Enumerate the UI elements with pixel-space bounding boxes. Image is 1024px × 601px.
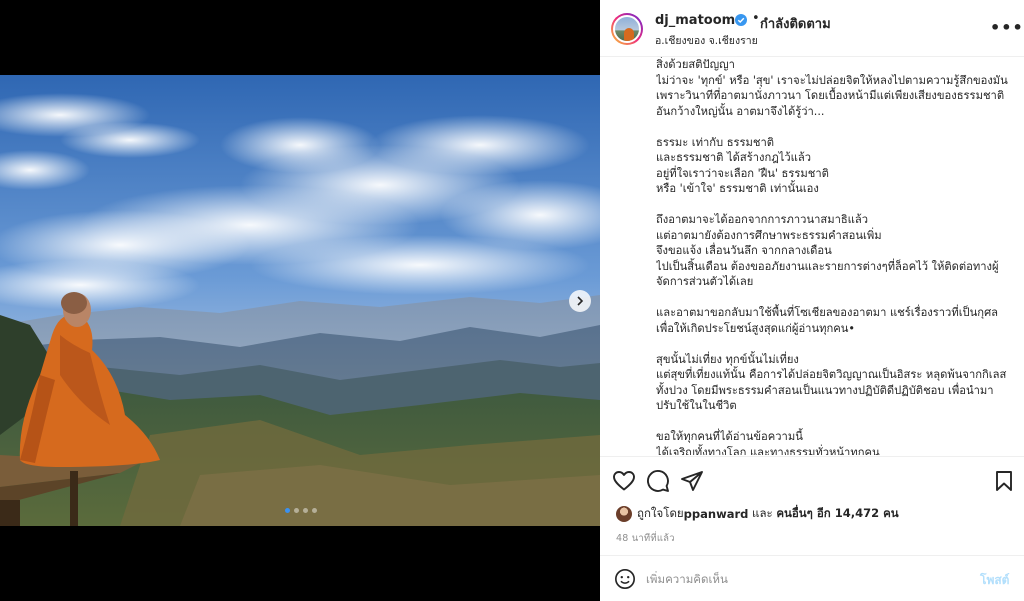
caption-line: แต่อาตมายังต้องการศึกษาพระธรรมคำสอนเพิ่ม [656, 228, 882, 242]
caption-line: เพื่อให้เกิดประโยชน์สูงสุดแก่ผู้อ่านทุกค… [656, 321, 855, 335]
caption-line: และธรรมชาติ ได้สร้างกฎไว้แล้ว [656, 151, 812, 164]
post-photo[interactable] [0, 75, 600, 526]
likes-prefix: ถูกใจโดย [637, 506, 684, 520]
caption-line: อยู่ที่ใจเราว่าจะเลือก 'ฝืน' ธรรมชาติ [656, 166, 829, 180]
caption-line: ถึงอาตมาจะได้ออกจากการภาวนาสมาธิแล้ว [656, 213, 869, 226]
carousel-dot [312, 508, 317, 513]
comment-bar: โพสต์ [600, 555, 1024, 601]
caption-line: แต่สุขที่เที่ยงแท้นั้น คือการได้ปล่อยจิต… [656, 368, 1007, 381]
carousel-dot [294, 508, 299, 513]
carousel-dot [303, 508, 308, 513]
caption-line: ปรับใช้ในในชีวิต [656, 399, 737, 412]
caption-line: ได้เจริญทั้งทางโลก และทางธรรมทั่วหน้าทุก… [656, 445, 880, 456]
verified-badge-icon [735, 14, 747, 26]
location-link[interactable]: อ.เชียงของ จ.เชียงราย [655, 32, 758, 49]
separator-bullet: • [752, 11, 760, 26]
caption-line: ขอให้ทุกคนที่ได้อ่านข้อความนี้ [656, 430, 803, 443]
likes-summary: ถูกใจโดย ppanward และ คนอื่นๆ อีก 14,472… [616, 504, 899, 524]
likes-others-link[interactable]: คนอื่นๆ อีก 14,472 คน [776, 505, 898, 523]
post-header: dj_matoom • กำลังติดตาม อ.เชียงของ จ.เชี… [600, 0, 1024, 57]
chevron-right-icon [577, 296, 584, 306]
caption-line: สุขนั้นไม่เที่ยง ทุกข์นั้นไม่เที่ยง [656, 352, 799, 366]
bookmark-icon[interactable] [992, 469, 1016, 493]
avatar-image [613, 15, 641, 43]
comment-input[interactable] [646, 569, 966, 589]
caption-line: ไปเป็นสิ้นเดือน ต้องขออภัยงานและรายการต่… [656, 259, 999, 273]
emoji-icon[interactable] [614, 568, 636, 590]
caption-line: จัดการส่วนตัวได้เลย [656, 275, 754, 288]
caption-line: จึงขอแจ้ง เลื่อนวันลึก จากกลางเดือน [656, 244, 832, 257]
post-comment-button[interactable]: โพสต์ [980, 571, 1009, 590]
post-media [0, 0, 600, 601]
caption-line: สิ่งด้วยสติปัญญา [656, 58, 735, 71]
post-caption: สิ่งด้วยสติปัญญาไม่ว่าจะ 'ทุกข์' หรือ 'ส… [656, 57, 1016, 455]
liker-username-link[interactable]: ppanward [684, 507, 749, 521]
share-icon[interactable] [680, 469, 704, 493]
following-button[interactable]: กำลังติดตาม [760, 13, 831, 34]
caption-line: ทั้งปวง โดยมีพระธรรมคำสอนเป็นแนวทางปฏิบั… [656, 383, 994, 397]
avatar[interactable] [611, 13, 643, 45]
liker-avatar[interactable] [616, 506, 632, 522]
more-options-button[interactable]: ••• [990, 18, 1024, 37]
carousel-indicator [285, 508, 317, 513]
caption-line: ธรรมะ เท่ากับ ธรรมชาติ [656, 135, 775, 149]
caption-line: หรือ 'เข้าใจ' ธรรมชาติ เท่านั้นเอง [656, 182, 819, 195]
caption-line: เพราะวินาทีที่อาตมานั่งภาวนา โดยเบื้องหน… [656, 89, 1005, 102]
post-action-bar [600, 456, 1024, 502]
post-side-panel: dj_matoom • กำลังติดตาม อ.เชียงของ จ.เชี… [600, 0, 1024, 601]
username-link[interactable]: dj_matoom [655, 13, 735, 28]
caption-line: อันกว้างใหญ่นั้น อาตมาจึงได้รู้ว่า... [656, 104, 825, 118]
next-slide-button[interactable] [569, 290, 591, 312]
post-timestamp[interactable]: 48 นาทีที่แล้ว [616, 531, 675, 546]
caption-line: และอาตมาขอกลับมาใช้พื้นที่โซเชียลของอาตม… [656, 306, 999, 319]
carousel-dot [285, 508, 290, 513]
likes-connector: และ [748, 506, 777, 520]
comment-icon[interactable] [646, 469, 670, 493]
caption-line: ไม่ว่าจะ 'ทุกข์' หรือ 'สุข' เราจะไม่ปล่อ… [656, 73, 1008, 87]
heart-icon[interactable] [612, 469, 636, 493]
